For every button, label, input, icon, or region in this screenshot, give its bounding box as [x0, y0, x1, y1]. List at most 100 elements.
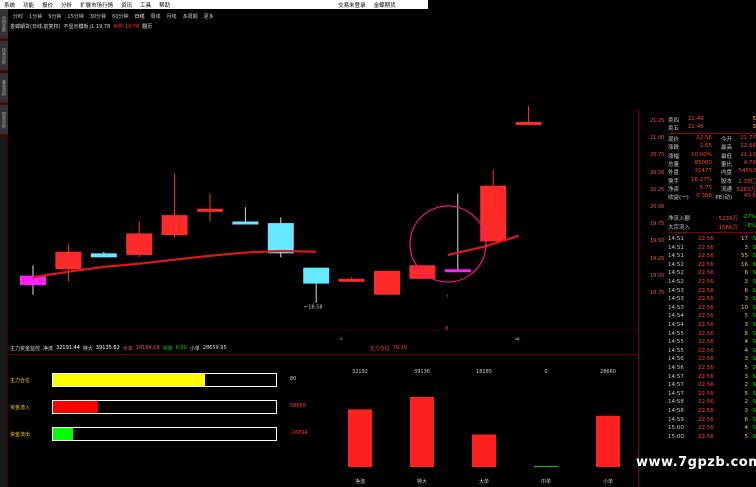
tick-price: 22.56	[698, 313, 714, 320]
tick-volume: 4	[744, 347, 749, 354]
period-tab[interactable]: 60分钟	[109, 13, 131, 21]
quote-cell: 22.46	[688, 124, 704, 130]
tick-price: 22.56	[698, 373, 714, 380]
quote-cell: 5	[752, 116, 756, 122]
fund-bar-track	[52, 400, 277, 414]
tick-side: S	[752, 279, 756, 285]
fund-bar-label: 主力仓位	[10, 377, 31, 384]
flow-column-label: 中单	[541, 478, 551, 485]
tick-side: S	[752, 425, 756, 432]
period-tab[interactable]: 30分钟	[87, 13, 109, 21]
left-tab[interactable]: 基本资料	[0, 73, 8, 103]
tick-side: S	[752, 304, 756, 311]
tick-row: 14:57 22.56 5 S	[668, 391, 756, 399]
menu-item[interactable]: 资讯	[117, 1, 136, 9]
tick-side: S	[752, 322, 756, 328]
period-tab[interactable]: 周线	[148, 13, 164, 21]
menu-item[interactable]: 工具	[136, 1, 155, 9]
left-tab[interactable]: 技术分析	[0, 41, 8, 71]
period-tab[interactable]: 15分钟	[64, 13, 86, 21]
candle-body	[338, 278, 365, 282]
period-tab[interactable]: 月线	[164, 13, 180, 21]
quote-cell: 净资	[668, 186, 680, 193]
tick-volume: 3	[744, 244, 749, 251]
quote-cell: 31477	[694, 168, 713, 175]
period-tab[interactable]: 更多	[201, 13, 217, 21]
tick-row: 14:56 22.56 3 S	[668, 356, 756, 364]
quote-row: 涨幅 10.00% 最低 21.11	[668, 152, 756, 160]
fund-bar-row: 资金流入 58888	[10, 400, 330, 414]
flow-column	[410, 397, 434, 467]
tick-price: 22.56	[698, 236, 714, 242]
tick-volume: 10	[741, 304, 748, 311]
tick-row: 14:59 22.56 6 S	[668, 417, 756, 425]
tick-volume: 3	[744, 279, 749, 285]
tick-volume: 5	[744, 433, 749, 440]
quote-separator	[668, 133, 756, 134]
quote-cell: 43.6	[743, 193, 756, 200]
candle-body	[55, 251, 82, 270]
menu-status[interactable]: 金蝶期货	[370, 1, 400, 9]
tick-time: 14:57	[668, 373, 684, 380]
left-tab[interactable]: 财务分析	[0, 105, 8, 135]
menu-item[interactable]: 报价	[38, 1, 57, 9]
menu-item[interactable]: 扩展市场行情	[76, 1, 117, 9]
tick-row: 14:52 22.56 3 S	[668, 279, 756, 287]
period-tab[interactable]: 日线	[132, 13, 148, 21]
tick-time: 15:00	[668, 425, 684, 432]
candle-body	[303, 267, 330, 284]
flow-column-value: 32192	[352, 369, 368, 375]
quote-cell: 涨跌	[668, 145, 680, 152]
tick-side: S	[752, 408, 756, 414]
price-axis-label: 20.50	[650, 169, 665, 176]
tick-volume: 4	[744, 425, 749, 432]
candlestick-chart[interactable]: ←18.58 ↑ B ↑ 减 低	[8, 30, 640, 340]
tick-time: 14:59	[668, 416, 684, 423]
quote-separator	[668, 232, 756, 233]
tick-time: 14:55	[668, 347, 684, 354]
tick-row: 14:51 22.56 17 S	[668, 236, 756, 244]
menu-item[interactable]: 系统	[0, 1, 19, 9]
quote-cell: 流通	[720, 186, 732, 193]
indicator-name: 主力资金监控	[10, 346, 41, 352]
flow-column-value: 39136	[414, 369, 430, 375]
quote-cell: 3	[752, 124, 756, 130]
quote-cell: 外盘	[668, 170, 680, 177]
tick-time: 14:51	[668, 244, 684, 251]
left-tab[interactable]: 分时走势	[0, 9, 8, 39]
tick-price: 22.56	[698, 382, 714, 389]
flow-column-chart: 32192 净流 39136 特大 18185 大单 0 中单 28660 小单	[348, 369, 620, 485]
quote-cell: 21.11	[740, 151, 756, 158]
flow-column-value: 18185	[476, 369, 492, 375]
tick-price: 22.56	[698, 433, 714, 440]
period-tab[interactable]: 1分钟	[26, 13, 45, 21]
quote-cell: 净流入额	[668, 216, 691, 222]
period-tab[interactable]: 5分钟	[45, 13, 64, 21]
menu-item[interactable]: 分析	[57, 1, 76, 9]
indicator-header: 主力资金监控 净流 32191.44 特大 39135.62 大单 18184.…	[10, 345, 407, 352]
t2-value: 18184.18	[135, 345, 160, 351]
tick-side: S	[752, 382, 756, 389]
tick-price: 22.56	[698, 356, 714, 363]
tick-price: 22.56	[698, 253, 714, 260]
candle-body	[515, 121, 542, 125]
menu-item[interactable]: 帮助	[155, 1, 174, 9]
quote-row: 净资 5.75 流通 5283万	[668, 185, 756, 193]
signal-marker: 低	[515, 337, 520, 340]
quote-cell: 5.75	[699, 184, 712, 191]
quote-row: 收益(一) 0.388 PE(动) 43.6	[668, 193, 756, 201]
tick-volume: 5	[744, 313, 749, 320]
tick-volume: 6	[744, 416, 749, 423]
quote-cell: -8%	[745, 223, 756, 229]
fund-bar-value: -26894	[290, 430, 308, 436]
flow-column	[348, 409, 372, 467]
tick-volume: 17	[741, 236, 748, 242]
flow-column-label: 特大	[417, 478, 427, 485]
period-tab[interactable]: 多周期	[180, 13, 201, 21]
tick-price: 22.56	[698, 261, 714, 268]
tick-row: 14:58 22.56 2 S	[668, 399, 756, 407]
menu-item[interactable]: 功能	[19, 1, 38, 9]
period-tab[interactable]: 分时	[10, 13, 26, 21]
t3-label: 中单	[162, 346, 173, 352]
menu-status[interactable]: 交易未登录	[334, 1, 370, 9]
